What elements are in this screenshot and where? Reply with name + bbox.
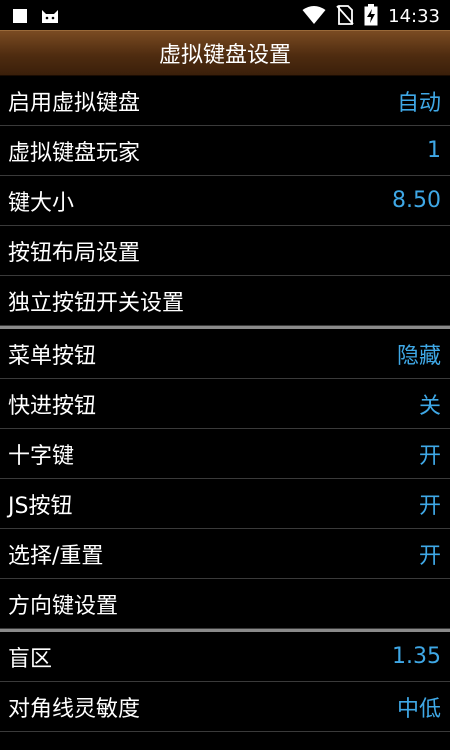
setting-value: 开: [418, 493, 441, 519]
battery-charging-icon: [364, 4, 378, 30]
setting-value: 1: [427, 138, 441, 163]
page-title: 虚拟键盘设置: [158, 43, 291, 68]
setting-label: 方向键设置: [8, 593, 119, 619]
setting-label: 虚拟键盘玩家: [8, 140, 141, 166]
title-bar: 虚拟键盘设置: [0, 30, 450, 76]
setting-diagonal-sensitivity[interactable]: 对角线灵敏度 中低: [0, 682, 450, 732]
square-notification-icon: [12, 8, 28, 28]
cat-notification-icon: [40, 7, 60, 28]
setting-key-size[interactable]: 键大小 8.50: [0, 176, 450, 226]
setting-menu-button[interactable]: 菜单按钮 隐藏: [0, 329, 450, 379]
no-sim-icon: [336, 5, 354, 29]
setting-label: JS按钮: [8, 493, 73, 519]
setting-value: 隐藏: [396, 343, 441, 369]
setting-fast-forward-button[interactable]: 快进按钮 关: [0, 379, 450, 429]
setting-dead-zone[interactable]: 盲区 1.35: [0, 632, 450, 682]
settings-list: 启用虚拟键盘 自动 虚拟键盘玩家 1 键大小 8.50 按钮布局设置 独立按钮开…: [0, 76, 450, 732]
setting-value: 1.35: [392, 644, 441, 669]
setting-virtual-keyboard-player[interactable]: 虚拟键盘玩家 1: [0, 126, 450, 176]
setting-label: 键大小: [8, 190, 75, 216]
setting-individual-button-toggles[interactable]: 独立按钮开关设置: [0, 276, 450, 326]
setting-label: 盲区: [8, 646, 53, 672]
setting-label: 对角线灵敏度: [8, 696, 141, 722]
setting-label: 选择/重置: [8, 543, 104, 569]
setting-label: 十字键: [8, 443, 75, 469]
setting-select-reset[interactable]: 选择/重置 开: [0, 529, 450, 579]
setting-value: 中低: [396, 696, 441, 722]
setting-button-layout[interactable]: 按钮布局设置: [0, 226, 450, 276]
setting-value: 关: [418, 393, 441, 419]
setting-value: 自动: [396, 90, 441, 116]
setting-label: 快进按钮: [8, 393, 97, 419]
status-time: 14:33: [388, 6, 440, 27]
setting-label: 启用虚拟键盘: [8, 90, 141, 116]
setting-value: 8.50: [392, 188, 441, 213]
wifi-icon: [302, 5, 326, 29]
setting-value: 开: [418, 543, 441, 569]
setting-value: 开: [418, 443, 441, 469]
setting-js-button[interactable]: JS按钮 开: [0, 479, 450, 529]
setting-label: 按钮布局设置: [8, 240, 141, 266]
status-bar: 14:33: [0, 0, 450, 30]
setting-dpad[interactable]: 十字键 开: [0, 429, 450, 479]
setting-label: 独立按钮开关设置: [8, 290, 185, 316]
setting-label: 菜单按钮: [8, 343, 97, 369]
setting-enable-virtual-keyboard[interactable]: 启用虚拟键盘 自动: [0, 76, 450, 126]
setting-direction-keys[interactable]: 方向键设置: [0, 579, 450, 629]
